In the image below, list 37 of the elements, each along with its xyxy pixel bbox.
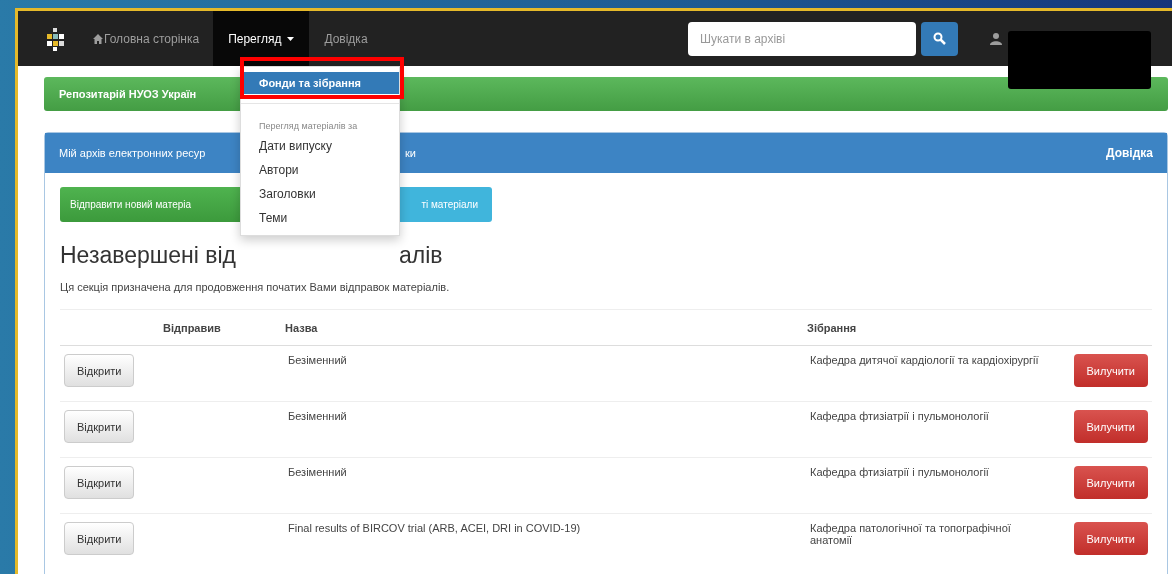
nav-menu[interactable]: Довідка [309, 11, 383, 66]
menu-item[interactable]: Автори [241, 158, 399, 182]
column-header: Назва [284, 309, 806, 346]
section-heading: алів [399, 242, 443, 269]
panel-title: ки [405, 147, 416, 159]
section-description: Ця секція призначена для продовження початих Вами відправок матеріалів. [60, 281, 451, 293]
table-cell: Безіменний [288, 410, 347, 422]
column-header: Відправив [162, 309, 284, 346]
home-link[interactable]: Головна сторінка [104, 31, 200, 46]
table-cell: Final results of BIRCOV trial (ARB, ACEI, DRI in COVID-19) [288, 522, 581, 534]
menu-item[interactable]: Фонди та зібрання [241, 72, 399, 94]
remove-button[interactable]: Вилучити [1073, 466, 1148, 499]
open-button[interactable]: Відкрити [64, 354, 135, 387]
remove-button[interactable]: Вилучити [1073, 354, 1148, 387]
table-cell: Кафедра патологічної та топографічної анатомії [810, 522, 1011, 546]
table-cell: Безіменний [288, 354, 347, 366]
search-button[interactable] [921, 21, 958, 56]
nav-menu[interactable]: Перегляд [213, 11, 310, 66]
section-heading: Незавершені від [60, 242, 237, 269]
help-link[interactable]: Довідка [1105, 146, 1153, 160]
table-cell: Кафедра дитячої кардіології та кардіохірургії [810, 354, 1039, 366]
user-icon[interactable] [990, 32, 1002, 45]
remove-button[interactable]: Вилучити [1073, 522, 1148, 555]
search-icon [933, 32, 946, 45]
menu-header: Перегляд матеріалів за [258, 120, 359, 133]
table-cell: Безіменний [288, 466, 347, 478]
open-button[interactable]: Відкрити [64, 410, 135, 443]
search-field[interactable]: Шукати в архіві [688, 21, 916, 56]
table-cell: Кафедра фтизіатрії і пульмонології [810, 466, 989, 478]
open-button[interactable]: Відкрити [64, 522, 135, 555]
open-button[interactable]: Відкрити [64, 466, 135, 499]
remove-button[interactable]: Вилучити [1073, 410, 1148, 443]
menu-item[interactable]: Дати випуску [241, 134, 399, 158]
panel-title: Мій архів електронних ресур [59, 147, 206, 159]
column-header: Зібрання [806, 309, 1058, 346]
table-cell: Кафедра фтизіатрії і пульмонології [810, 410, 989, 422]
home-icon[interactable] [92, 32, 104, 45]
